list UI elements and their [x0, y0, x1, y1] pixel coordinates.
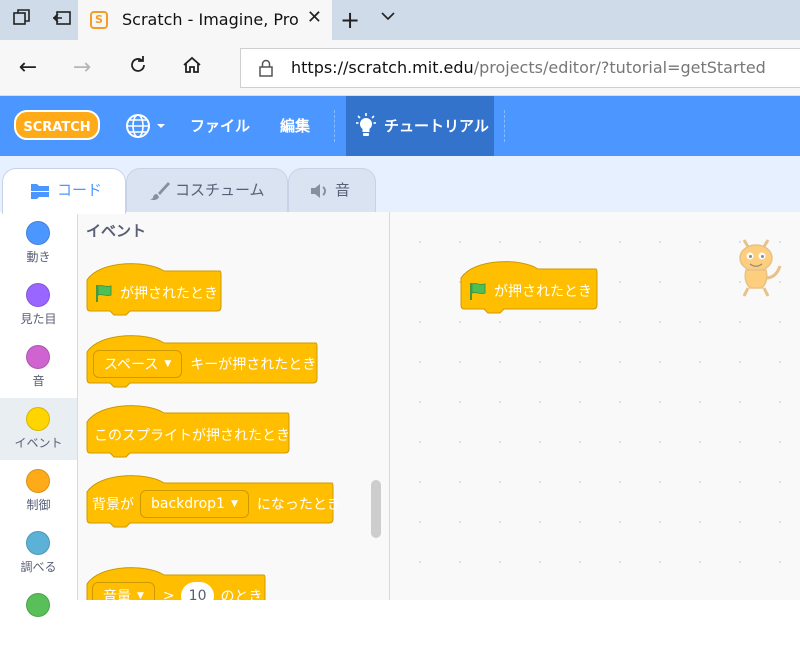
caret-down-icon: ▼ [164, 359, 172, 369]
svg-text:SCRATCH: SCRATCH [23, 120, 90, 135]
category-color-dot [26, 345, 50, 369]
cat-sprite-icon [739, 239, 782, 297]
when-key-pressed-block[interactable]: スペース ▼ キーが押されたとき [86, 330, 318, 388]
when-loudness-block[interactable]: 音量 ▼ > 10 のとき [86, 562, 266, 600]
new-tab-icon[interactable]: + [340, 6, 360, 34]
refresh-icon[interactable] [124, 54, 152, 82]
category-color-dot [26, 283, 50, 307]
paintbrush-icon [150, 182, 170, 201]
category-color-dot [26, 469, 50, 493]
category-color-dot [26, 221, 50, 245]
category-menu: 動き 見た目 音 イベント 制御 調べる [0, 212, 78, 617]
globe-icon [126, 114, 165, 138]
category-motion[interactable]: 動き [0, 212, 77, 274]
language-menu[interactable] [124, 112, 170, 140]
speaker-icon [311, 184, 326, 198]
url-text: https://scratch.mit.edu/projects/editor/… [291, 58, 766, 77]
green-flag-icon [96, 284, 112, 302]
back-arrow-icon[interactable]: ← [14, 54, 42, 82]
key-dropdown[interactable]: スペース ▼ [93, 350, 183, 378]
scratch-favicon-icon: S [90, 11, 108, 29]
tab-costumes[interactable]: コスチューム [126, 168, 288, 213]
browser-tab[interactable]: S Scratch - Imagine, Program, Share ✕ [78, 0, 332, 40]
block-palette: イベント が押されたとき スペース ▼ キーが押されたとき このスプライトが押され… [78, 212, 390, 600]
category-events[interactable]: イベント [0, 398, 77, 460]
menu-divider [334, 110, 335, 142]
block-text: のとき [220, 589, 263, 600]
category-sound[interactable]: 音 [0, 336, 77, 398]
tutorial-label: チュートリアル [384, 117, 489, 135]
tab-actions-icon[interactable] [10, 8, 34, 32]
forward-arrow-icon[interactable]: → [68, 54, 96, 82]
category-color-dot [26, 407, 50, 431]
block-operator: > [162, 588, 175, 600]
category-color-dot [26, 593, 50, 617]
set-aside-tabs-icon[interactable] [50, 8, 74, 32]
close-tab-icon[interactable]: ✕ [307, 7, 322, 28]
category-operators[interactable] [0, 584, 77, 646]
browser-tab-bar: S Scratch - Imagine, Program, Share ✕ + [0, 0, 800, 40]
address-bar-row: ← → https://scratch.mit.edu/projects/edi… [0, 40, 800, 96]
category-control[interactable]: 制御 [0, 460, 77, 522]
palette-scrollbar[interactable] [371, 480, 381, 538]
block-text: 背景が [92, 497, 134, 513]
category-color-dot [26, 531, 50, 555]
menu-divider [504, 110, 505, 142]
tutorial-menu[interactable]: チュートリアル [346, 96, 494, 156]
block-text: が押されたとき [494, 284, 592, 300]
block-text: このスプライトが押されたとき [94, 428, 290, 444]
palette-heading: イベント [86, 222, 147, 240]
caret-down-icon: ▼ [137, 591, 144, 600]
block-text: が押されたとき [120, 286, 218, 302]
editor-tabs: コード コスチューム 音 [0, 156, 800, 214]
loudness-dropdown[interactable]: 音量 ▼ [92, 582, 155, 600]
workspace-when-flag-clicked-block[interactable]: が押されたとき [460, 256, 598, 314]
when-flag-clicked-block[interactable]: が押されたとき [86, 258, 222, 316]
chevron-down-icon[interactable] [380, 8, 396, 28]
category-sensing[interactable]: 調べる [0, 522, 77, 584]
scratch-logo[interactable]: SCRATCH [14, 110, 100, 140]
tab-sounds[interactable]: 音 [288, 168, 376, 213]
loudness-value-input[interactable]: 10 [180, 582, 215, 600]
edit-menu[interactable]: 編集 [280, 96, 310, 156]
when-backdrop-switches-block[interactable]: 背景が backdrop1 ▼ になったとき [86, 470, 341, 528]
scratch-menu-bar: SCRATCH ファイル 編集 チュートリアル [0, 96, 800, 156]
category-looks[interactable]: 見た目 [0, 274, 77, 336]
tab-code[interactable]: コード [2, 168, 126, 214]
green-flag-icon [470, 282, 486, 300]
caret-down-icon: ▼ [230, 499, 238, 509]
code-icon [31, 184, 49, 199]
tab-title: Scratch - Imagine, Program, Share [122, 10, 298, 29]
home-icon[interactable] [178, 54, 206, 82]
when-sprite-clicked-block[interactable]: このスプライトが押されたとき [86, 400, 290, 458]
file-menu[interactable]: ファイル [190, 96, 250, 156]
url-field[interactable]: https://scratch.mit.edu/projects/editor/… [240, 48, 800, 88]
block-text: キーが押されたとき [190, 357, 317, 373]
block-text: になったとき [256, 497, 341, 513]
lightbulb-icon [356, 113, 376, 136]
lock-icon [259, 59, 273, 77]
backdrop-dropdown[interactable]: backdrop1 ▼ [140, 490, 249, 518]
